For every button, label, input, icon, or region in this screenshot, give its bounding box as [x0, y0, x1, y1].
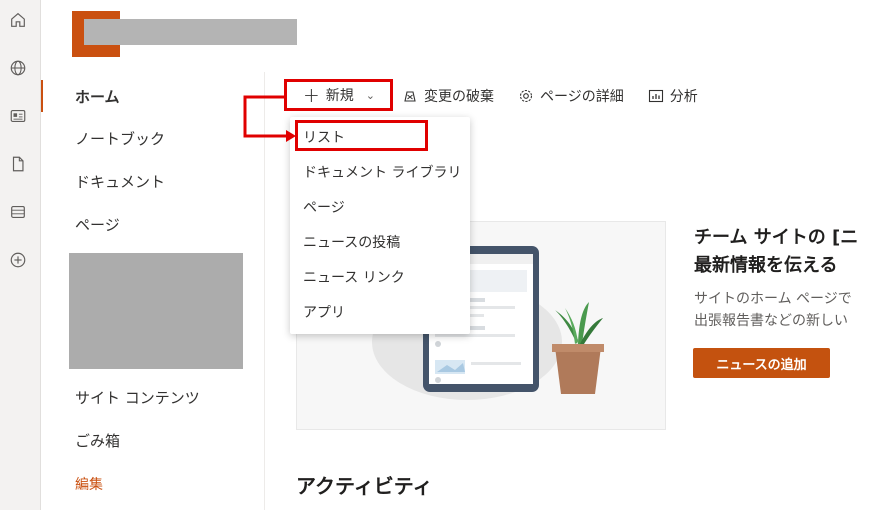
discard-label: 変更の破棄	[424, 89, 494, 105]
nav-item-label: ノートブック	[75, 129, 166, 148]
globe-icon[interactable]	[8, 58, 28, 78]
activity-heading: アクティビティ	[296, 474, 433, 498]
add-icon[interactable]	[8, 250, 28, 270]
news-title: チーム サイトの [ニ 最新情報を伝える	[694, 224, 858, 280]
nav-item-home[interactable]: ホーム	[41, 76, 263, 116]
nav-item-documents[interactable]: ドキュメント	[41, 161, 263, 201]
list-icon[interactable]	[8, 202, 28, 222]
news-title-line2: 最新情報を伝える	[694, 255, 838, 276]
menu-item-label: ページ	[303, 200, 345, 216]
news-icon[interactable]	[8, 106, 28, 126]
nav-item-label: ホーム	[75, 87, 120, 106]
news-description: サイトのホーム ページで 出張報告書などの新しい	[694, 288, 852, 332]
new-button[interactable]: + 新規 ⌄	[284, 79, 393, 111]
menu-item-label: ニュースの投稿	[303, 235, 401, 251]
nav-item-notebook[interactable]: ノートブック	[41, 118, 263, 158]
analytics-button[interactable]: 分析	[648, 79, 698, 113]
nav-edit-label: 編集	[75, 477, 103, 493]
nav-item-site-contents[interactable]: サイト コンテンツ	[41, 377, 263, 417]
analytics-label: 分析	[669, 89, 698, 105]
site-navigation: ホーム ノートブック ドキュメント ページ サイト コンテンツ ごみ箱 編集	[41, 72, 265, 510]
nav-item-recycle-bin[interactable]: ごみ箱	[41, 420, 263, 460]
page-details-button[interactable]: ページの詳細	[518, 79, 624, 113]
plus-icon: +	[303, 83, 320, 107]
news-title-line1: チーム サイトの [ニ	[694, 227, 859, 248]
page-details-label: ページの詳細	[540, 89, 624, 105]
nav-item-label: サイト コンテンツ	[75, 388, 200, 407]
news-desc-line2: 出張報告書などの新しい	[694, 313, 848, 329]
menu-item-label: ニュース リンク	[303, 270, 405, 286]
new-button-label: 新規	[325, 88, 354, 104]
menu-item-news-post[interactable]: ニュースの投稿	[290, 225, 470, 259]
add-news-button[interactable]: ニュースの追加	[693, 348, 830, 378]
list-highlight-box	[295, 120, 428, 151]
nav-edit-link[interactable]: 編集	[41, 464, 263, 504]
nav-item-label: ドキュメント	[75, 172, 166, 191]
analytics-icon	[648, 89, 663, 103]
nav-item-label: ごみ箱	[75, 431, 121, 450]
home-icon[interactable]	[8, 10, 28, 30]
gear-icon	[519, 89, 533, 103]
nav-redacted-block	[69, 253, 243, 369]
menu-item-label: アプリ	[303, 305, 345, 321]
command-bar: 変更の破棄 ページの詳細 分析	[402, 78, 722, 114]
menu-item-document-library[interactable]: ドキュメント ライブラリ	[290, 155, 470, 189]
chevron-down-icon: ⌄	[365, 88, 375, 102]
nav-item-label: ページ	[75, 215, 120, 234]
news-desc-line1: サイトのホーム ページで	[694, 291, 852, 307]
site-title-redacted	[84, 19, 297, 45]
nav-item-pages[interactable]: ページ	[41, 204, 263, 244]
menu-item-page[interactable]: ページ	[290, 190, 470, 224]
discard-icon	[404, 91, 416, 102]
menu-item-label: ドキュメント ライブラリ	[303, 165, 462, 181]
file-icon[interactable]	[8, 154, 28, 174]
menu-item-news-link[interactable]: ニュース リンク	[290, 260, 470, 294]
discard-changes-button[interactable]: 変更の破棄	[402, 79, 494, 113]
app-rail	[0, 0, 41, 510]
menu-item-app[interactable]: アプリ	[290, 295, 470, 329]
